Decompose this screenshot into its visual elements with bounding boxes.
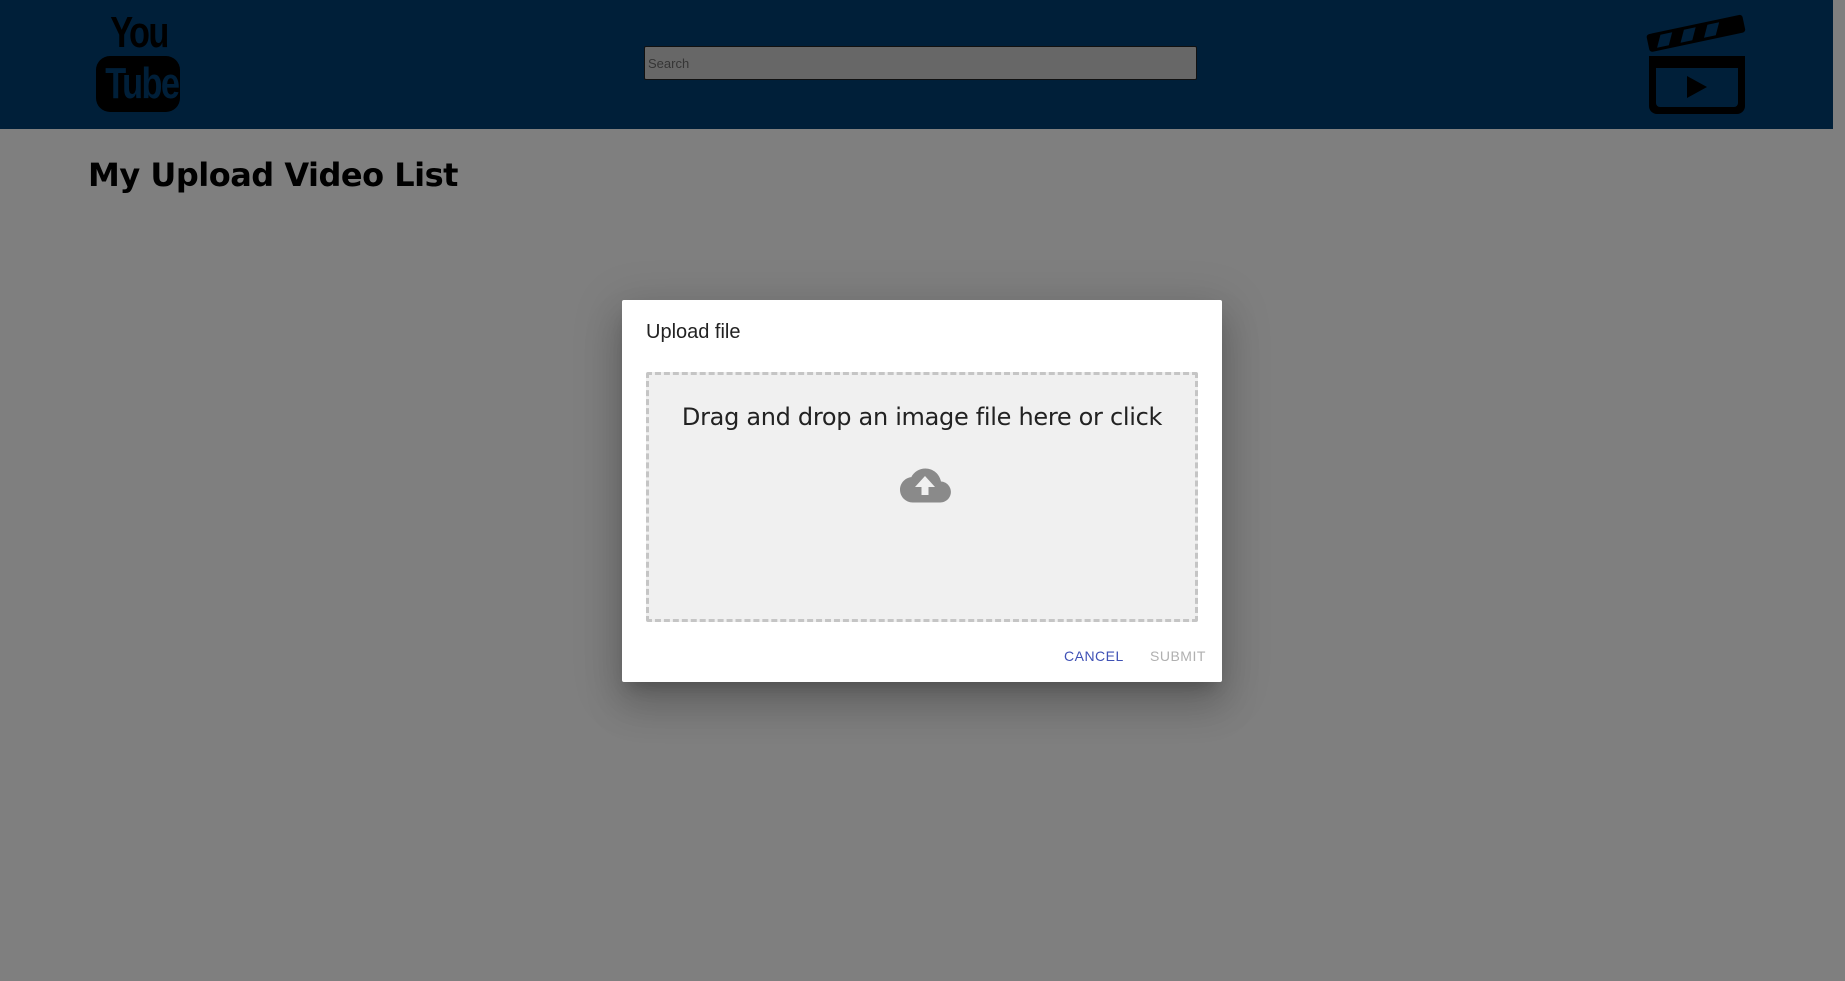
dialog-actions: CANCEL SUBMIT <box>622 638 1222 674</box>
cancel-button[interactable]: CANCEL <box>1056 638 1132 674</box>
file-dropzone[interactable]: Drag and drop an image file here or clic… <box>646 372 1198 622</box>
page: You Tube My Upload Video List Upload fil… <box>0 0 1845 981</box>
cloud-upload-icon <box>900 468 951 503</box>
upload-dialog: Upload file Drag and drop an image file … <box>622 300 1222 682</box>
dropzone-text: Drag and drop an image file here or clic… <box>681 403 1163 431</box>
dialog-title: Upload file <box>646 321 741 343</box>
submit-button[interactable]: SUBMIT <box>1142 638 1214 674</box>
